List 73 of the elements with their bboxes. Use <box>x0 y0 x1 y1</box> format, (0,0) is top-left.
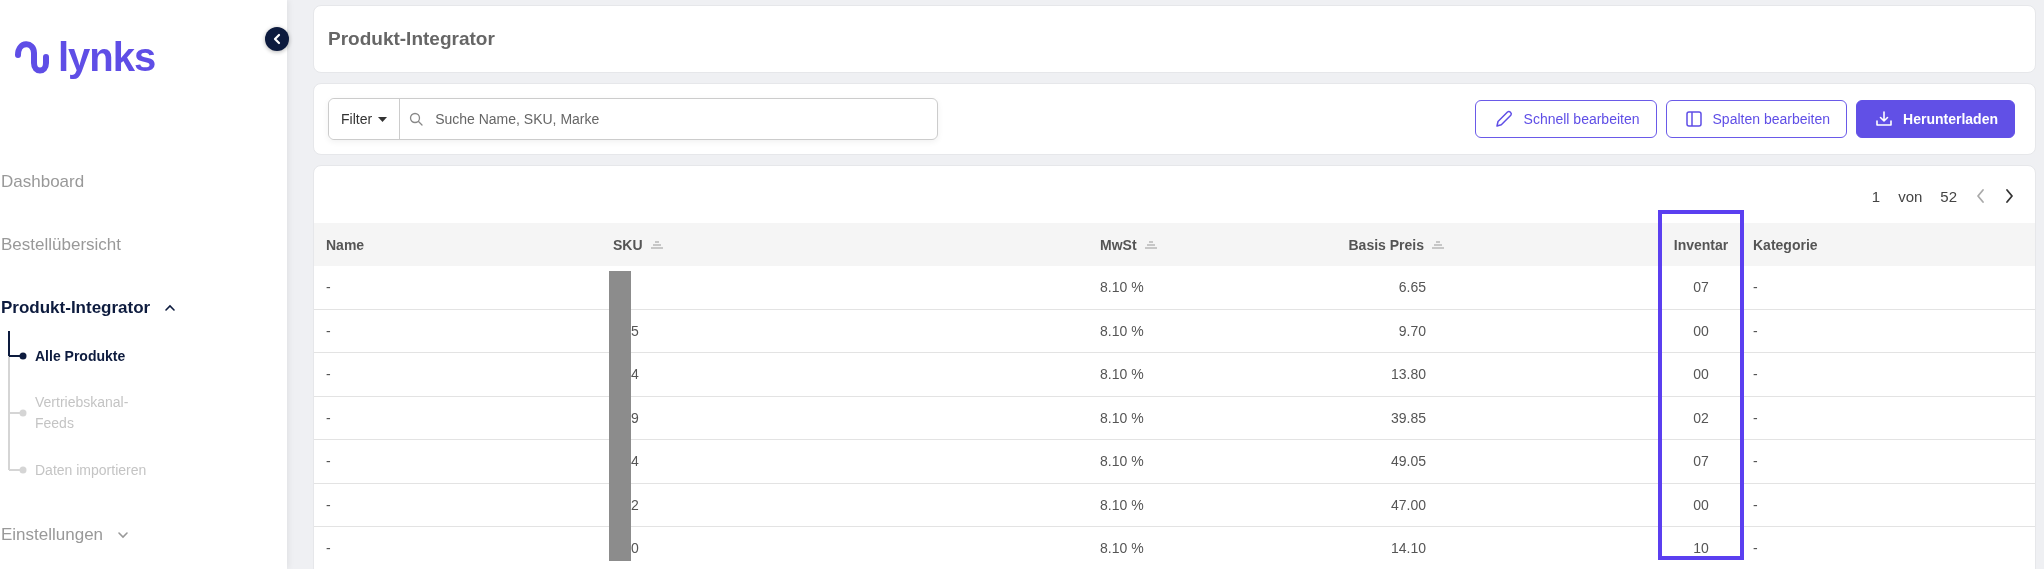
table-cell: 10 <box>1693 540 1709 557</box>
toolbar-button[interactable]: Schnell bearbeiten <box>1474 100 1657 138</box>
column-header[interactable]: SKU <box>613 223 1100 266</box>
table-cell: - <box>1753 453 1758 470</box>
table-cell: - <box>1753 322 1758 339</box>
toolbar-button[interactable]: Herunterladen <box>1856 100 2015 138</box>
filter-dropdown[interactable]: Filter <box>329 99 401 139</box>
collapse-button[interactable] <box>265 27 289 51</box>
search-bar[interactable]: Filter Suche Name, SKU, Marke <box>328 98 938 140</box>
table-cell: 47.00 <box>1390 496 1426 513</box>
sort-icon[interactable] <box>1432 239 1444 250</box>
table-cell: - <box>1753 409 1758 426</box>
table-cell: - <box>326 366 331 383</box>
table-cell: 14.10 <box>1390 540 1426 557</box>
sort-icon[interactable] <box>1144 239 1157 250</box>
table-cell: 8.10 % <box>1100 540 1144 557</box>
table-cell: 0 <box>631 540 639 557</box>
page-of-label: von <box>1898 187 1923 205</box>
table-cell: - <box>326 540 331 557</box>
table-cell: 5 <box>631 322 639 339</box>
chevron-left-icon <box>272 33 282 45</box>
table-cell: - <box>326 496 331 513</box>
next-page-button[interactable] <box>2004 188 2015 204</box>
table-cell: 8.10 % <box>1100 322 1144 339</box>
table-cell: 2 <box>631 496 639 513</box>
table-cell: 6.65 <box>1398 279 1426 296</box>
table-cell: - <box>326 409 331 426</box>
columns-icon <box>1684 110 1703 128</box>
column-header[interactable]: Kategorie <box>1743 223 2035 266</box>
table-cell: 8.10 % <box>1100 279 1144 296</box>
table-cell: - <box>326 322 331 339</box>
search-icon <box>409 112 424 126</box>
table-cell: 8.10 % <box>1100 496 1144 513</box>
table-cell: 49.05 <box>1390 453 1426 470</box>
table-cell: 4 <box>631 366 639 383</box>
nav-subitem[interactable]: Alle Produkte <box>35 345 155 367</box>
column-header[interactable]: Inventar <box>1659 223 1743 266</box>
table-cell: 13.80 <box>1390 366 1426 383</box>
toolbar-button[interactable]: Spalten bearbeiten <box>1665 100 1848 138</box>
table-cell: 07 <box>1693 453 1709 470</box>
sort-icon[interactable] <box>650 239 663 250</box>
page-title: Produkt-Integrator <box>328 28 495 50</box>
column-header[interactable]: MwSt <box>1100 223 1300 266</box>
page-number: 1 <box>1871 187 1881 205</box>
logo-text: lynks <box>58 34 156 80</box>
column-header[interactable]: Basis Preis <box>1300 223 1446 266</box>
table-cell: - <box>326 279 331 296</box>
column-header[interactable]: Name <box>326 223 613 266</box>
search-field[interactable]: Suche Name, SKU, Marke <box>433 110 937 128</box>
caret-down-icon <box>378 116 388 122</box>
page-total: 52 <box>1940 187 1957 205</box>
table-cell: 9 <box>631 409 639 426</box>
table-cell: - <box>1753 279 1758 296</box>
table-cell: - <box>1753 540 1758 557</box>
table-cell: 00 <box>1693 322 1709 339</box>
download-icon <box>1875 110 1894 128</box>
table-cell: 00 <box>1693 496 1709 513</box>
table-cell: 00 <box>1693 366 1709 383</box>
table-cell: - <box>326 453 331 470</box>
caret-up-icon[interactable] <box>164 303 177 312</box>
caret-down-icon[interactable] <box>117 530 130 539</box>
table-cell: 02 <box>1693 409 1709 426</box>
table-cell: - <box>1753 496 1758 513</box>
table-cell: 39.85 <box>1390 409 1426 426</box>
table-cell: 07 <box>1693 279 1709 296</box>
table-cell: - <box>1753 366 1758 383</box>
table-cell: 8.10 % <box>1100 453 1144 470</box>
table-cell: 4 <box>631 453 639 470</box>
nav-item[interactable]: Produkt-Integrator <box>0 297 151 318</box>
pencil-icon <box>1493 109 1514 129</box>
table-cell: 8.10 % <box>1100 366 1144 383</box>
table-cell: 9.70 <box>1398 322 1426 339</box>
table-cell: 8.10 % <box>1100 409 1144 426</box>
